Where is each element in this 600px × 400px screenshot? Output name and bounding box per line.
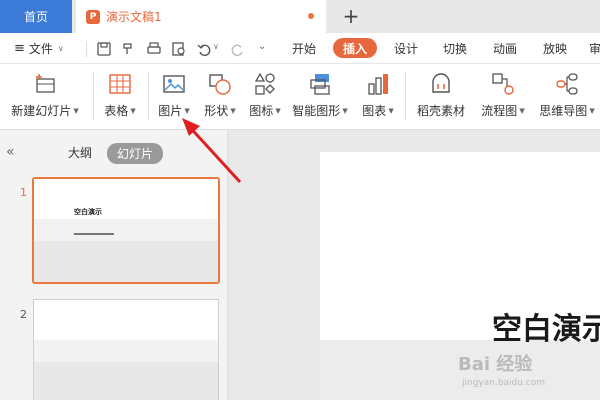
caret-down-icon: ▼ <box>388 107 394 115</box>
caret-down-icon: ▼ <box>230 107 236 115</box>
hamburger-icon: ≡ <box>14 41 25 56</box>
customize-toolbar-icon[interactable]: ⌄ <box>258 41 266 52</box>
tab-transitions[interactable]: 切换 <box>443 33 467 64</box>
slides-panel: « 大纲 幻灯片 1 空白演示 2 <box>0 130 228 400</box>
thumbnail-subtitle-line <box>74 233 114 235</box>
slide-thumbnail[interactable]: 空白演示 <box>34 179 218 282</box>
undo-icon[interactable] <box>196 41 212 57</box>
new-slide-label: 新建幻灯片 <box>11 104 72 118</box>
caret-down-icon: ▼ <box>275 107 281 115</box>
tab-slideshow-label: 放映 <box>543 42 568 56</box>
file-menu-label: 文件 <box>28 42 53 56</box>
tab-design[interactable]: 设计 <box>394 33 418 64</box>
table-label: 表格 <box>104 104 129 118</box>
format-painter-icon[interactable] <box>120 41 136 57</box>
shape-label: 形状 <box>204 104 229 118</box>
outline-view-tab[interactable]: 大纲 <box>68 144 92 161</box>
flowchart-label: 流程图 <box>481 104 518 118</box>
new-slide-icon <box>36 74 55 93</box>
document-tab[interactable]: P 演示文稿1 <box>76 0 326 33</box>
smartart-icon <box>310 74 330 95</box>
caret-down-icon: ▼ <box>130 107 136 115</box>
print-preview-icon[interactable] <box>171 41 187 57</box>
slides-view-tab[interactable]: 幻灯片 <box>107 143 164 164</box>
thumbnail-band <box>34 362 218 400</box>
shape-icon <box>209 74 231 95</box>
caret-down-icon: ▼ <box>589 107 595 115</box>
redo-icon[interactable] <box>230 41 246 57</box>
picture-label: 图片 <box>158 104 183 118</box>
icons-icon <box>254 72 275 95</box>
caret-down-icon: ▼ <box>184 107 190 115</box>
mindmap-icon <box>556 73 578 95</box>
docer-material-button[interactable]: 稻壳素材 <box>412 64 470 130</box>
flowchart-button[interactable]: 流程图 ▼ <box>478 64 528 130</box>
tab-insert[interactable]: 插入 <box>333 38 378 58</box>
docer-material-label: 稻壳素材 <box>416 104 465 118</box>
shape-button[interactable]: 形状 ▼ <box>200 64 240 130</box>
icons-label: 图标 <box>249 104 274 118</box>
slide-number: 2 <box>20 308 27 321</box>
divider <box>93 72 94 120</box>
icons-button[interactable]: 图标 ▼ <box>245 64 285 130</box>
editing-canvas: 空白演示 <box>228 130 600 400</box>
file-menu-button[interactable]: ≡ 文件 ∨ <box>14 33 64 64</box>
thumbnail-band <box>34 241 218 282</box>
tab-insert-label: 插入 <box>343 41 368 56</box>
tab-slideshow[interactable]: 放映 <box>543 33 567 64</box>
divider <box>86 41 87 57</box>
tab-animations-label: 动画 <box>493 42 518 56</box>
chart-icon <box>368 74 388 95</box>
caret-down-icon: ▼ <box>73 107 79 115</box>
tab-transitions-label: 切换 <box>443 42 468 56</box>
collapse-panel-icon[interactable]: « <box>6 144 15 160</box>
watermark: Bai 经验 <box>458 354 533 375</box>
chart-button[interactable]: 图表 ▼ <box>358 64 398 130</box>
thumbnail-band <box>34 340 218 362</box>
home-tab-label: 首页 <box>23 10 48 24</box>
slide-number: 1 <box>20 186 27 199</box>
divider <box>405 72 406 120</box>
unsaved-indicator-icon <box>308 13 314 19</box>
slide-title[interactable]: 空白演示 <box>492 304 600 348</box>
smartart-button[interactable]: 智能图形 ▼ <box>290 64 350 130</box>
menu-bar: ≡ 文件 ∨ ∨ ⌄ 开始 插入 设计 切换 动画 放映 审 <box>0 33 600 64</box>
new-tab-button[interactable]: + <box>340 4 362 28</box>
print-icon[interactable] <box>146 41 162 57</box>
tab-more[interactable]: 审 <box>589 33 600 64</box>
thumbnail-title: 空白演示 <box>74 208 102 216</box>
insert-ribbon: 新建幻灯片 ▼ 表格 ▼ 图片 ▼ 形状 ▼ 图标 ▼ 智能图形 ▼ 图表 ▼ 稻壳素材 流程… <box>0 64 600 130</box>
picture-icon <box>163 75 185 93</box>
tab-home[interactable]: 开始 <box>292 33 316 64</box>
thumbnail-band <box>34 219 218 241</box>
undo-dropdown-icon[interactable]: ∨ <box>213 42 219 51</box>
chevron-down-icon: ∨ <box>57 44 64 53</box>
caret-down-icon: ▼ <box>519 107 525 115</box>
presentation-file-icon: P <box>86 9 100 24</box>
divider <box>148 72 149 120</box>
tab-animations[interactable]: 动画 <box>493 33 517 64</box>
document-tab-label: 演示文稿1 <box>106 10 162 24</box>
chart-label: 图表 <box>362 104 387 118</box>
docer-material-icon <box>432 73 450 93</box>
title-bar: 首页 P 演示文稿1 + <box>0 0 600 33</box>
slide-thumbnail[interactable] <box>34 300 218 400</box>
picture-button[interactable]: 图片 ▼ <box>155 64 193 130</box>
new-slide-button[interactable]: 新建幻灯片 ▼ <box>8 64 82 130</box>
tab-design-label: 设计 <box>394 42 419 56</box>
home-tab[interactable]: 首页 <box>0 0 72 33</box>
save-icon[interactable] <box>96 41 112 57</box>
smartart-label: 智能图形 <box>292 104 341 118</box>
caret-down-icon: ▼ <box>342 107 348 115</box>
mindmap-button[interactable]: 思维导图 ▼ <box>535 64 599 130</box>
watermark-url: jingyan.baidu.com <box>462 378 546 388</box>
tab-home-label: 开始 <box>292 42 317 56</box>
table-icon <box>109 74 131 94</box>
flowchart-icon <box>492 73 514 95</box>
table-button[interactable]: 表格 ▼ <box>100 64 140 130</box>
mindmap-label: 思维导图 <box>539 104 588 118</box>
